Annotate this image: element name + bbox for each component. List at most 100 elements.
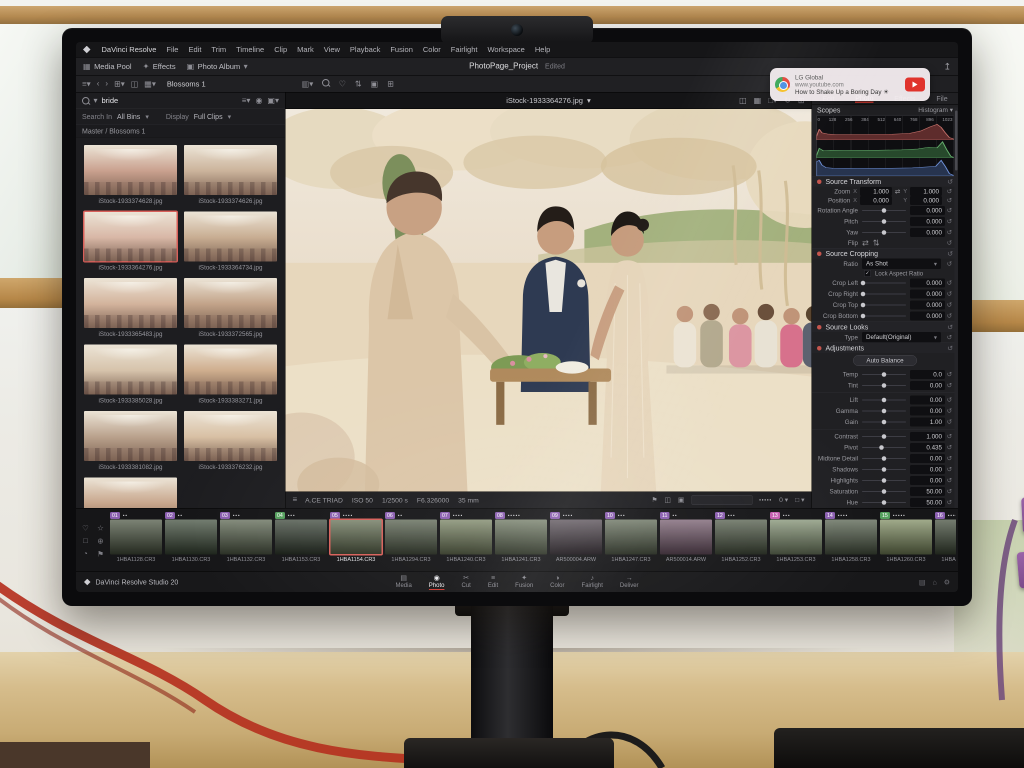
filmstrip-item[interactable]: 16 ••••• 1HBA1280.CR3 bbox=[935, 512, 956, 571]
filter-icon[interactable]: ≡▾ bbox=[242, 96, 251, 106]
section-enable-dot[interactable] bbox=[817, 346, 822, 351]
section-adjustments[interactable]: Adjustments ↺ bbox=[812, 343, 958, 353]
clip-thumbnail[interactable] bbox=[770, 520, 822, 555]
filmstrip-item[interactable]: 13 ••• 1HBA1253.CR3 bbox=[770, 512, 822, 571]
slider-value-field[interactable]: 50.00 bbox=[910, 498, 945, 507]
media-pool-clip[interactable]: iStock-1933376232.jpg bbox=[184, 411, 277, 471]
filmstrip-item[interactable]: 06 •• 1HBA1294.CR3 bbox=[385, 512, 437, 571]
flag-icon[interactable]: ⚑ bbox=[651, 496, 657, 504]
flower-icon[interactable]: ⊕ bbox=[94, 537, 107, 546]
menu-item[interactable]: File bbox=[166, 45, 178, 54]
slider-knob[interactable] bbox=[861, 281, 866, 286]
page-tab[interactable]: ◑ Color bbox=[550, 574, 564, 590]
clip-thumbnail[interactable] bbox=[660, 520, 712, 555]
flag-icon[interactable]: ⚑ bbox=[94, 550, 107, 559]
slider-knob[interactable] bbox=[882, 208, 887, 213]
slider-track[interactable] bbox=[862, 422, 906, 423]
media-pool-clip[interactable]: iStock-1933365483.jpg bbox=[84, 278, 177, 338]
filmstrip-item[interactable]: 12 ••• 1HBA1252.CR3 bbox=[715, 512, 767, 571]
camera-icon[interactable]: ◉ bbox=[255, 96, 262, 106]
reset-icon[interactable]: ↺ bbox=[945, 499, 954, 507]
section-enable-dot[interactable] bbox=[817, 179, 822, 184]
filmstrip-item[interactable]: 08 ••••• 1HBA1241.CR3 bbox=[495, 512, 547, 571]
reset-icon[interactable]: ↺ bbox=[945, 455, 954, 463]
forward-icon[interactable]: › bbox=[105, 80, 108, 89]
settings-gear-icon[interactable]: ⚙ bbox=[944, 578, 950, 587]
reject-icon[interactable]: ◫ bbox=[664, 496, 670, 504]
slider-value-field[interactable]: 0.00 bbox=[910, 454, 945, 463]
slider-value-field[interactable]: 0.435 bbox=[910, 443, 945, 452]
clip-thumbnail[interactable] bbox=[495, 520, 547, 555]
filmstrip-item[interactable]: 09 •••• AR500004.ARW bbox=[550, 512, 602, 571]
menu-item[interactable]: View bbox=[324, 45, 340, 54]
reset-icon[interactable]: ↺ bbox=[945, 444, 954, 452]
reset-icon[interactable]: ↺ bbox=[945, 197, 954, 205]
media-pool-clip[interactable]: iStock-1933383271.jpg bbox=[184, 345, 277, 405]
menu-item[interactable]: Playback bbox=[350, 45, 380, 54]
clip-thumbnail[interactable] bbox=[715, 520, 767, 555]
slider-track[interactable] bbox=[862, 232, 906, 233]
page-tab[interactable]: ▤ Media bbox=[395, 574, 411, 590]
slider-value-field[interactable]: 0.000 bbox=[910, 312, 945, 321]
inspector-tab[interactable]: File bbox=[936, 94, 947, 102]
single-view-icon[interactable]: ◫ bbox=[739, 96, 747, 106]
slider-value-field[interactable]: 0.000 bbox=[910, 217, 945, 226]
back-icon[interactable]: ‹ bbox=[97, 80, 100, 89]
slider-value-field[interactable]: 50.00 bbox=[910, 487, 945, 496]
flip-vertical-icon[interactable]: ⇅ bbox=[873, 238, 880, 248]
keyword-field[interactable] bbox=[691, 495, 752, 505]
filmstrip-item[interactable]: 01 •• 1HBA1128.CR3 bbox=[110, 512, 162, 571]
zoom-x-field[interactable]: 1.000 bbox=[860, 187, 892, 196]
link-icon[interactable]: ⇄ bbox=[895, 187, 900, 195]
slider-track[interactable] bbox=[862, 458, 906, 459]
slider-value-field[interactable]: 0.000 bbox=[910, 228, 945, 237]
slider-value-field[interactable]: 0.00 bbox=[910, 396, 945, 405]
page-tab[interactable]: ◉ Photo bbox=[429, 574, 445, 590]
menu-item[interactable]: Mark bbox=[297, 45, 314, 54]
media-pool-clip[interactable]: iStock-1933385028.jpg bbox=[84, 345, 177, 405]
clip-thumbnail[interactable] bbox=[184, 212, 277, 262]
reset-icon[interactable]: ↺ bbox=[947, 323, 953, 332]
menu-item[interactable]: Timeline bbox=[236, 45, 264, 54]
reset-icon[interactable]: ↺ bbox=[945, 239, 954, 247]
rating-dropdown[interactable]: 0 ▾ bbox=[779, 496, 788, 504]
reset-icon[interactable]: ↺ bbox=[945, 371, 954, 379]
slider-track[interactable] bbox=[862, 221, 906, 222]
reset-icon[interactable]: ↺ bbox=[945, 396, 954, 404]
reset-icon[interactable]: ↺ bbox=[945, 207, 954, 215]
rating-stars[interactable]: ••••• bbox=[759, 498, 772, 503]
slider-track[interactable] bbox=[862, 502, 906, 503]
slider-track[interactable] bbox=[862, 316, 906, 317]
effects-button[interactable]: ✦Effects bbox=[143, 62, 176, 72]
reset-icon[interactable]: ↺ bbox=[945, 407, 954, 415]
filmstrip-item[interactable]: 07 •••• 1HBA1240.CR3 bbox=[440, 512, 492, 571]
clip-thumbnail[interactable] bbox=[84, 212, 177, 262]
slider-track[interactable] bbox=[862, 447, 906, 448]
reset-icon[interactable]: ↺ bbox=[945, 333, 954, 341]
media-pool-clip[interactable]: iStock-1933374628.jpg bbox=[84, 145, 177, 205]
metadata-icon[interactable]: ≡ bbox=[293, 496, 298, 505]
reset-icon[interactable]: ↺ bbox=[945, 187, 954, 195]
clip-thumbnail[interactable] bbox=[550, 520, 602, 555]
page-tab[interactable]: ✂ Cut bbox=[461, 574, 470, 590]
slider-track[interactable] bbox=[862, 411, 906, 412]
filmstrip-item[interactable]: 03 ••• 1HBA1132.CR3 bbox=[220, 512, 272, 571]
browser-notification[interactable]: LG Global www.youtube.com How to Shake U… bbox=[770, 68, 930, 101]
clip-thumbnail[interactable] bbox=[84, 411, 177, 461]
position-y-field[interactable]: 0.000 bbox=[910, 196, 942, 205]
clip-thumbnail[interactable] bbox=[825, 520, 877, 555]
clip-thumbnail[interactable] bbox=[385, 520, 437, 555]
slider-value-field[interactable]: 0.000 bbox=[910, 279, 945, 288]
clip-thumbnail[interactable] bbox=[110, 520, 162, 555]
clip-thumbnail[interactable] bbox=[184, 145, 277, 195]
slider-track[interactable] bbox=[862, 210, 906, 211]
media-pool-clip[interactable]: iStock-1933376764.jpg bbox=[84, 478, 177, 509]
clip-thumbnail[interactable] bbox=[184, 411, 277, 461]
share-icon[interactable]: ↥ bbox=[943, 61, 951, 72]
slider-track[interactable] bbox=[862, 469, 906, 470]
slider-knob[interactable] bbox=[882, 372, 887, 377]
panel-scrollbar[interactable] bbox=[955, 108, 959, 509]
section-source-cropping[interactable]: Source Cropping ↺ bbox=[812, 248, 958, 258]
slider-value-field[interactable]: 0.000 bbox=[910, 290, 945, 299]
clip-thumbnail[interactable] bbox=[84, 345, 177, 395]
